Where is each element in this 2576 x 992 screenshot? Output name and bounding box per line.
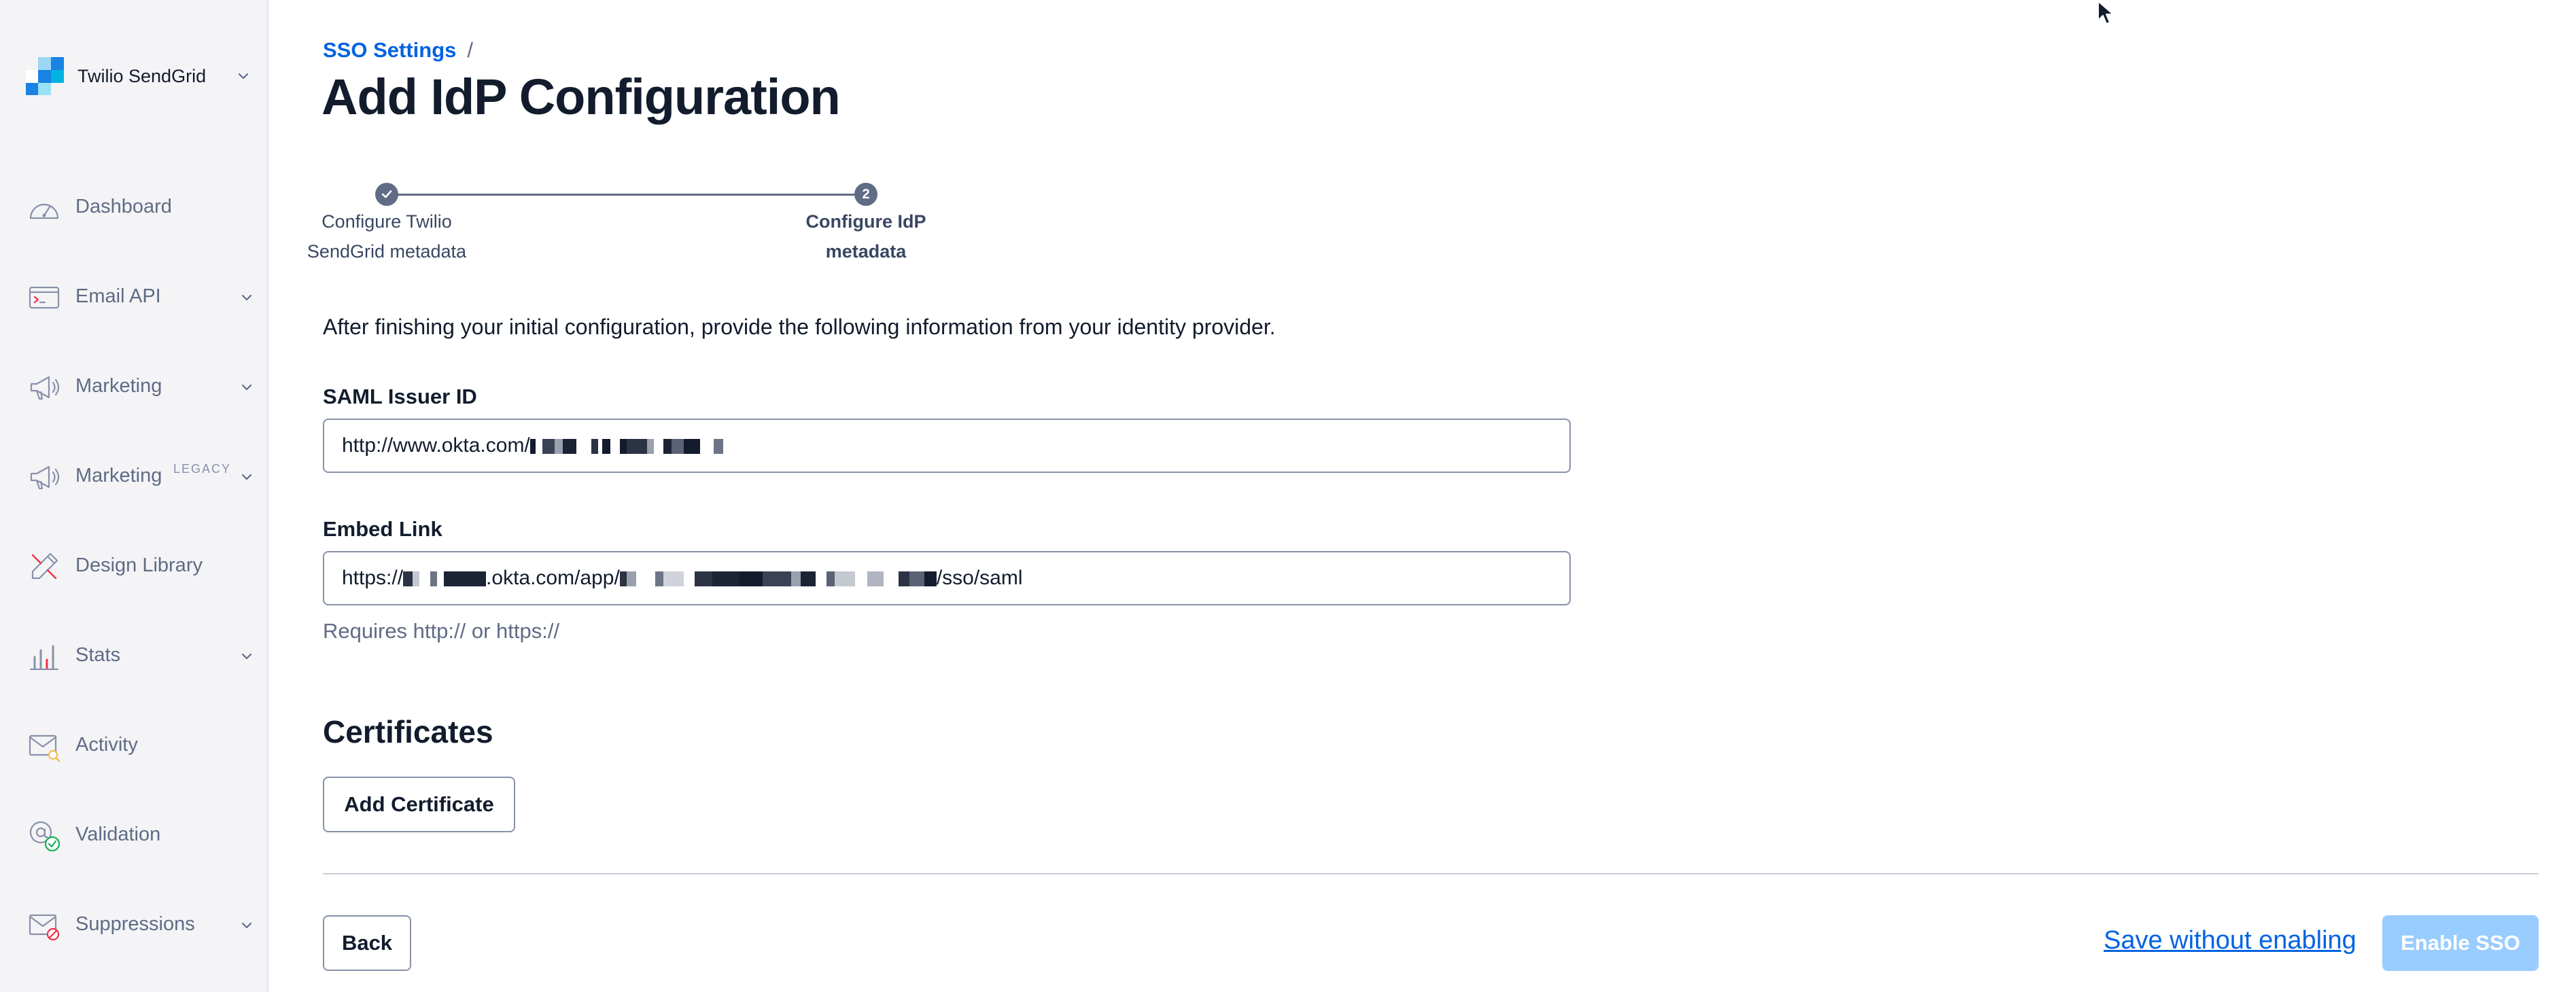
sidebar-item-validation[interactable]: Validation (0, 791, 268, 881)
sidebar-item-label: Suppressions (75, 913, 195, 935)
chevron-down-icon (241, 922, 252, 929)
certificates-section-title: Certificates (323, 714, 493, 749)
dashboard-gauge-icon (29, 203, 59, 219)
sidebar-item-label: Stats (75, 644, 121, 666)
chevron-down-icon (241, 294, 252, 301)
add-certificate-button[interactable]: Add Certificate (323, 777, 515, 832)
account-switcher[interactable]: Twilio SendGrid (26, 57, 250, 95)
breadcrumb-separator: / (467, 38, 473, 62)
activity-envelope-icon (29, 734, 60, 762)
sidebar-item-label: Validation (75, 823, 161, 845)
redacted-value (403, 567, 487, 590)
megaphone-icon (30, 465, 60, 490)
redacted-value (619, 567, 937, 590)
step-2-label-line1: Configure IdP (805, 211, 926, 232)
sidebar-item-dashboard[interactable]: Dashboard (0, 163, 268, 253)
enable-sso-button[interactable]: Enable SSO (2382, 915, 2539, 971)
embed-link-value-prefix: https:// (342, 567, 404, 589)
design-library-icon (31, 552, 58, 580)
chevron-down-icon (241, 653, 252, 660)
email-api-icon (29, 286, 60, 309)
step-2-current-indicator: 2 (854, 183, 877, 206)
embed-link-value-suffix: /sso/saml (936, 567, 1023, 589)
save-without-enabling-link[interactable]: Save without enabling (2104, 926, 2356, 955)
megaphone-icon (30, 376, 60, 400)
sidebar-item-label: Design Library (75, 554, 203, 576)
app-root: Twilio SendGrid Dashboard Email API Mark… (0, 0, 2576, 992)
sidebar-item-label: Activity (75, 734, 138, 756)
suppressions-envelope-icon (29, 914, 60, 941)
step-1-label: Configure Twilio SendGrid metadata (275, 207, 499, 266)
sidebar-item-marketing-legacy[interactable]: Marketing LEGACY (0, 432, 268, 522)
account-name: Twilio SendGrid (77, 65, 207, 86)
stats-bar-chart-icon (29, 645, 59, 671)
sidebar-item-stats[interactable]: Stats (0, 612, 268, 701)
sidebar-item-suppressions[interactable]: Suppressions (0, 881, 268, 970)
chevron-down-icon (241, 474, 252, 480)
sidebar-item-label: Dashboard (75, 196, 172, 217)
saml-issuer-id-value: http://www.okta.com/ (342, 434, 530, 457)
embed-link-value-mid: .okta.com/app/ (486, 567, 620, 589)
step-2-label: Configure IdP metadata (754, 207, 978, 266)
step-2-label-line2: metadata (825, 241, 907, 262)
step-1-label-line1: Configure Twilio (321, 211, 452, 232)
sidebar-item-label: Marketing (75, 375, 162, 397)
sidebar-item-activity[interactable]: Activity (0, 701, 268, 791)
validation-at-check-icon (29, 821, 60, 852)
sidebar-item-design-library[interactable]: Design Library (0, 522, 268, 612)
back-button[interactable]: Back (323, 915, 411, 971)
chevron-down-icon (241, 384, 252, 391)
mouse-pointer-icon (2098, 1, 2114, 24)
sendgrid-logo-icon (26, 57, 64, 95)
sidebar-item-label: Email API (75, 285, 161, 307)
embed-link-help-text: Requires http:// or https:// (323, 619, 560, 643)
chevron-down-icon (238, 73, 249, 79)
sidebar-item-marketing[interactable]: Marketing (0, 342, 268, 432)
embed-link-input[interactable]: https:// .okta.com/app/ /sso/saml (323, 551, 1571, 605)
saml-issuer-id-label: SAML Issuer ID (323, 385, 477, 408)
step-1-label-line2: SendGrid metadata (307, 241, 467, 262)
sidebar-item-label: Marketing (75, 465, 162, 486)
sidebar: Twilio SendGrid Dashboard Email API Mark… (0, 0, 268, 992)
checkmark-icon (381, 190, 392, 198)
redacted-value (529, 434, 723, 457)
saml-issuer-id-input[interactable]: http://www.okta.com/ (323, 419, 1571, 473)
footer-divider (323, 873, 2539, 874)
step-1-complete-indicator (375, 183, 398, 206)
stepper-progress-line (387, 194, 863, 196)
breadcrumb: SSO Settings / (323, 38, 473, 63)
intro-text: After finishing your initial configurati… (323, 315, 1276, 339)
sidebar-nav: Dashboard Email API Marketing Marketing … (0, 163, 268, 970)
legacy-badge: LEGACY (173, 462, 232, 476)
embed-link-label: Embed Link (323, 517, 442, 541)
page-title: Add IdP Configuration (321, 69, 841, 125)
breadcrumb-sso-settings-link[interactable]: SSO Settings (323, 38, 456, 63)
main-content: SSO Settings / Add IdP Configuration Con… (268, 0, 2576, 992)
sidebar-item-email-api[interactable]: Email API (0, 253, 268, 342)
